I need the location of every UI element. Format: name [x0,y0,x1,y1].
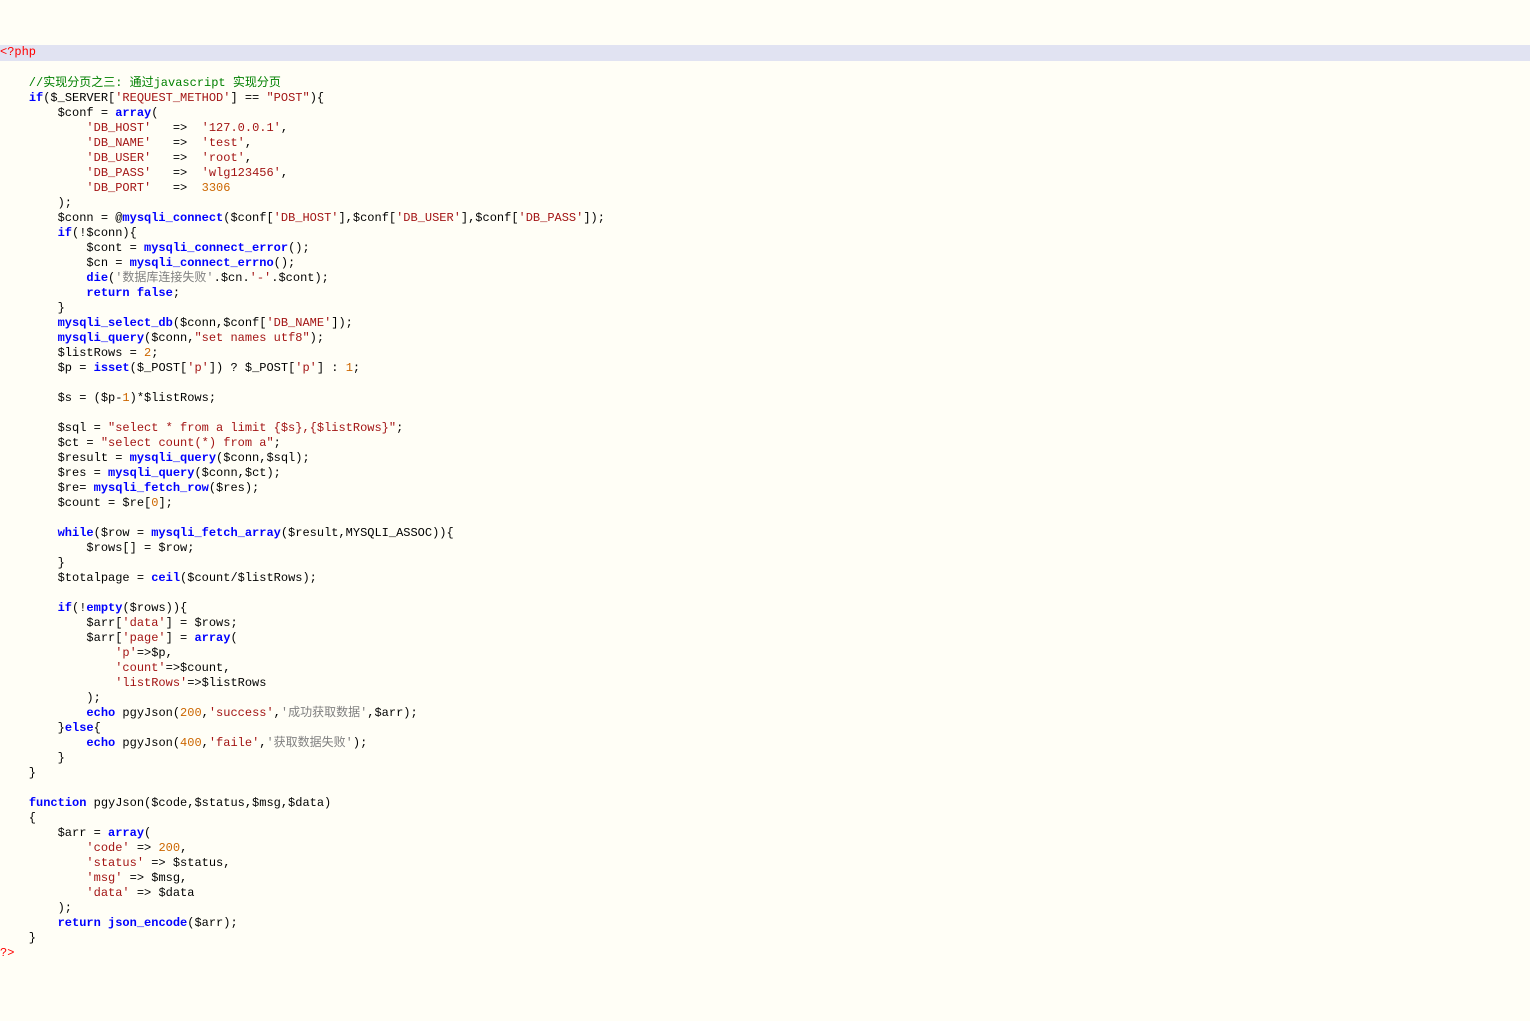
func-mysqli-connect: mysqli_connect [122,211,223,225]
keyword-function: function [29,796,87,810]
php-close-tag: ?> [0,946,14,960]
comment: //实现分页之三: 通过javascript 实现分页 [0,76,281,90]
header-bar: <?php [0,45,1530,61]
keyword-array: array [115,106,151,120]
keyword-if: if [29,91,43,105]
code-block: //实现分页之三: 通过javascript 实现分页 if($_SERVER[… [0,76,1530,961]
php-open-tag: <?php [0,45,36,59]
